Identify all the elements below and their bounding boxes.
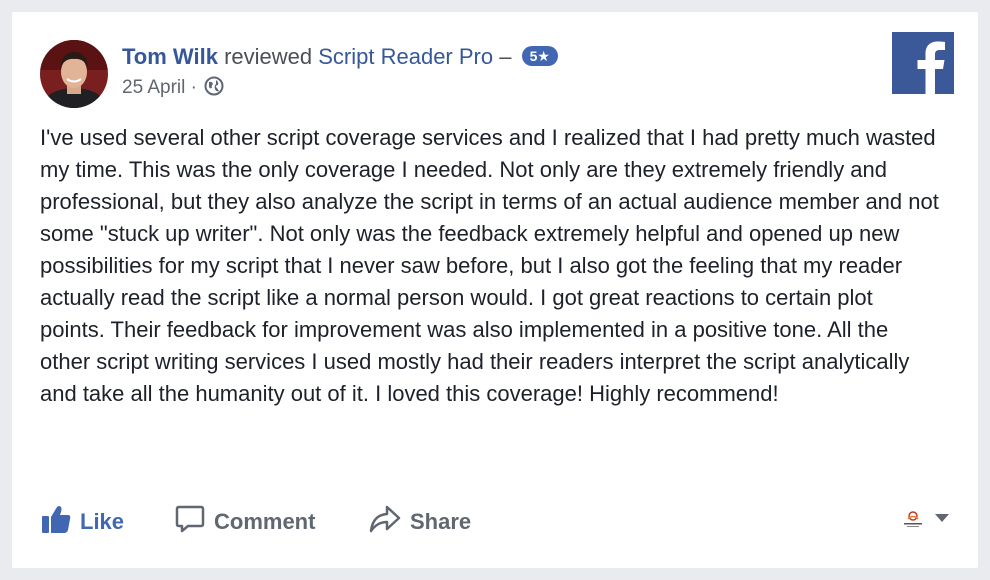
- comment-bubble-icon: [174, 503, 214, 541]
- globe-icon: [204, 76, 224, 103]
- share-label: Share: [410, 509, 472, 534]
- page-logo-icon: [900, 510, 926, 528]
- caret-down-icon: [934, 510, 950, 528]
- post-meta: 25 April ·: [122, 76, 224, 103]
- avatar[interactable]: [40, 40, 108, 108]
- post-date[interactable]: 25 April: [122, 77, 185, 98]
- meta-separator: ·: [190, 77, 197, 98]
- author-line: Tom Wilk reviewed Script Reader Pro – 5★: [122, 43, 558, 71]
- like-label: Like: [80, 509, 125, 534]
- like-button[interactable]: Like: [40, 502, 124, 542]
- share-button[interactable]: Share: [368, 502, 471, 542]
- comment-label: Comment: [214, 509, 316, 534]
- post-as-selector[interactable]: [900, 510, 950, 528]
- review-card: Tom Wilk reviewed Script Reader Pro – 5★…: [12, 12, 978, 568]
- page-name-link[interactable]: Script Reader Pro: [318, 44, 493, 69]
- author-name-link[interactable]: Tom Wilk: [122, 44, 218, 69]
- comment-button[interactable]: Comment: [174, 502, 315, 542]
- thumbs-up-icon: [40, 503, 80, 541]
- rating-badge: 5★: [521, 46, 558, 66]
- dash-separator: –: [499, 44, 512, 69]
- review-action-text: reviewed: [224, 44, 313, 69]
- action-bar: Like Comment Share: [40, 502, 950, 542]
- facebook-logo-icon: [892, 32, 954, 94]
- share-arrow-icon: [368, 503, 410, 541]
- review-text: I've used several other script coverage …: [40, 125, 939, 406]
